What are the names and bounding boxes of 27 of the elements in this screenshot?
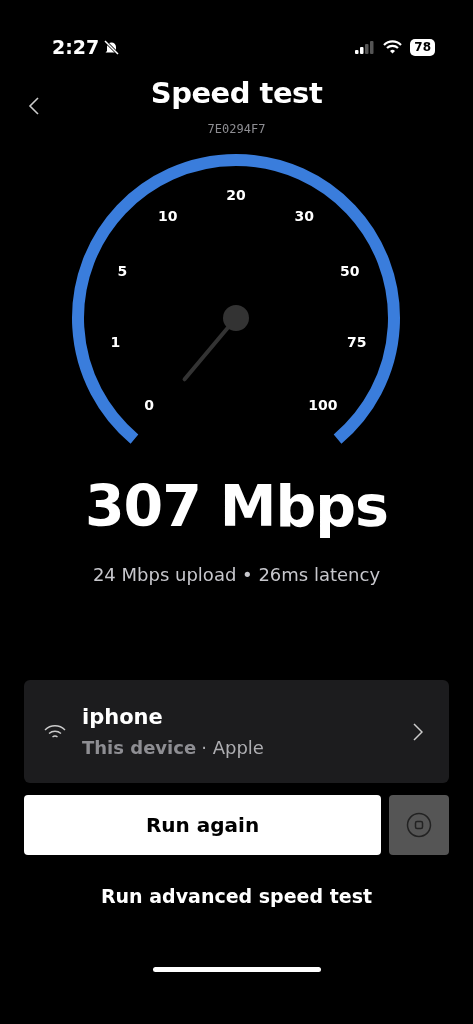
clock: 2:27 [52,34,100,60]
signal-icon [355,40,376,54]
scale-label: 50 [339,262,360,279]
scale-label: 1 [110,334,121,350]
scale-label: 20 [226,187,246,203]
wifi-icon [44,723,66,740]
device-vendor: · Apple [201,736,264,758]
run-again-button[interactable]: Run again [24,795,381,855]
scale-label: 30 [294,207,315,224]
scale-label: 100 [308,396,338,413]
page-title: Speed test [150,75,323,112]
device-type: This device [82,736,197,758]
back-icon[interactable] [28,96,40,116]
speed-details: 24 Mbps upload • 26ms latency [92,564,381,585]
scale-label: 10 [157,207,178,224]
scale-label: 0 [144,396,154,413]
device-card[interactable]: iphone This device · Apple [24,680,449,783]
device-name: iphone [82,704,164,732]
battery-indicator: 78 [410,38,435,56]
chevron-right-icon [413,722,423,741]
scale-label: 75 [346,334,367,350]
wifi-icon [383,40,403,54]
advanced-test-link[interactable]: Run advanced speed test [94,881,379,912]
stop-icon [406,812,432,838]
test-id: 7E0294F7 [207,121,266,136]
bell-slash-icon [103,38,121,56]
scale-label: 5 [117,262,128,279]
